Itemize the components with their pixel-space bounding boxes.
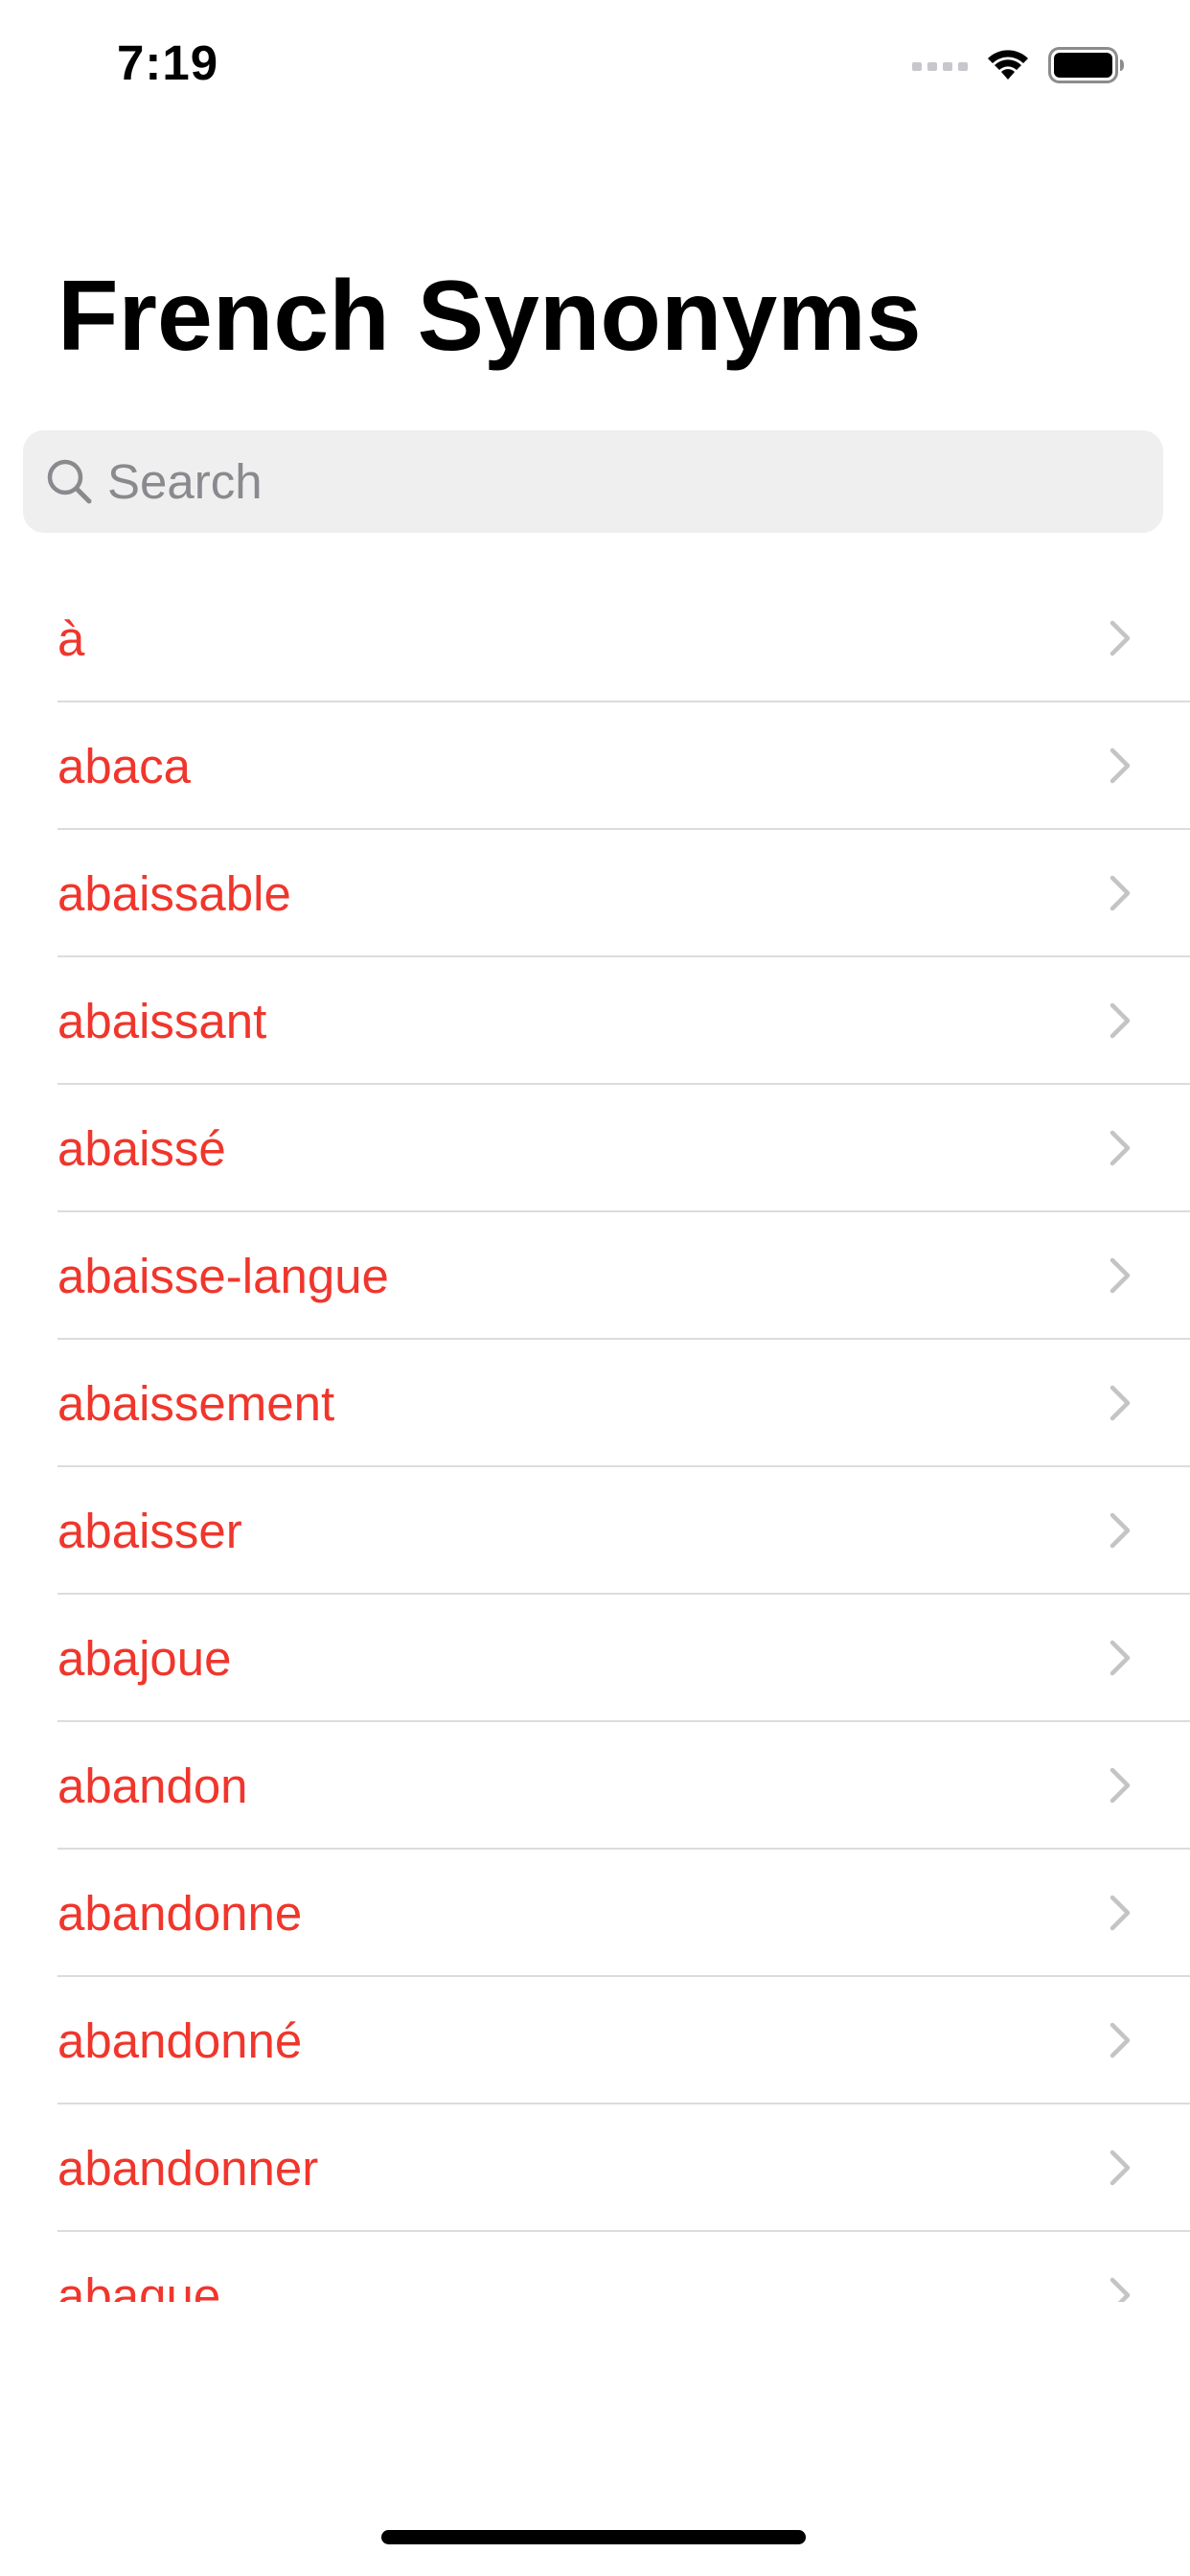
list-item[interactable]: abaissant (0, 957, 1190, 1085)
chevron-right-icon (1110, 1640, 1131, 1676)
chevron-right-icon (1110, 748, 1131, 784)
list-item-label: abaca (57, 739, 191, 794)
list-item[interactable]: abaissable (0, 830, 1190, 957)
list-item[interactable]: abaque (0, 2232, 1190, 2302)
chevron-right-icon (1110, 1512, 1131, 1549)
list-item[interactable]: abandonner (0, 2104, 1190, 2232)
list-item[interactable]: abandonné (0, 1977, 1190, 2104)
chevron-right-icon (1110, 1130, 1131, 1166)
page-title: French Synonyms (57, 261, 922, 372)
status-icons (912, 42, 1125, 88)
list-item-label: à (57, 611, 85, 666)
list-item-label: abaissement (57, 1376, 335, 1431)
list-item-label: abaisser (57, 1504, 242, 1558)
chevron-right-icon (1110, 2277, 1131, 2302)
list-item-label: abaissant (57, 994, 267, 1048)
search-icon (44, 456, 96, 508)
wifi-icon (985, 48, 1031, 82)
list-item[interactable]: abaissé (0, 1085, 1190, 1212)
list-item[interactable]: abaisse-langue (0, 1212, 1190, 1340)
status-bar: 7:19 (0, 0, 1190, 126)
battery-icon (1048, 47, 1125, 83)
list-item-label: abajoue (57, 1631, 232, 1686)
chevron-right-icon (1110, 1002, 1131, 1039)
list-item-label: abandonné (57, 2013, 303, 2068)
list-item[interactable]: abaca (0, 702, 1190, 830)
home-indicator[interactable] (381, 2530, 806, 2544)
synonym-list: à abaca abaissable abaissant abaissé aba… (0, 575, 1190, 2302)
chevron-right-icon (1110, 1385, 1131, 1421)
list-item[interactable]: abandon (0, 1722, 1190, 1850)
status-time: 7:19 (117, 35, 219, 90)
app-screen: 7:19 French Synonyms Search à abaca abai… (0, 0, 1190, 2576)
chevron-right-icon (1110, 2150, 1131, 2186)
list-item-label: abaissé (57, 1121, 226, 1176)
chevron-right-icon (1110, 620, 1131, 656)
search-input[interactable] (107, 430, 1142, 533)
list-item[interactable]: abaissement (0, 1340, 1190, 1467)
cellular-signal-icon (912, 58, 968, 72)
chevron-right-icon (1110, 1257, 1131, 1294)
list-item-label: abandonne (57, 1886, 303, 1941)
chevron-right-icon (1110, 1895, 1131, 1931)
list-item-label: abaque (57, 2268, 221, 2302)
list-item[interactable]: à (0, 575, 1190, 702)
list-item-label: abandonner (57, 2141, 319, 2196)
search-bar[interactable] (23, 430, 1163, 533)
list-item-label: abaissable (57, 866, 291, 921)
list-item-label: abandon (57, 1759, 248, 1813)
chevron-right-icon (1110, 2022, 1131, 2058)
list-item[interactable]: abaisser (0, 1467, 1190, 1595)
list-item[interactable]: abajoue (0, 1595, 1190, 1722)
chevron-right-icon (1110, 1767, 1131, 1804)
list-item-label: abaisse-langue (57, 1249, 389, 1303)
list-item[interactable]: abandonne (0, 1850, 1190, 1977)
chevron-right-icon (1110, 875, 1131, 911)
